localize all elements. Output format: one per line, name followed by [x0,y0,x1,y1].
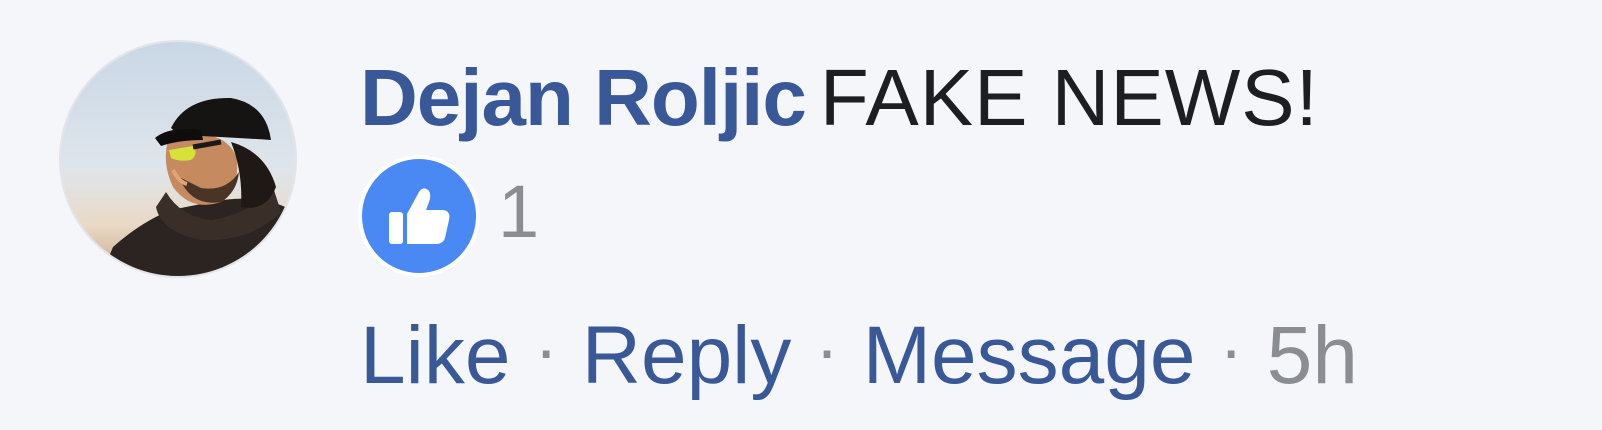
avatar-photo [101,97,295,276]
separator-dot: · [815,310,839,388]
thumbs-up-icon [389,188,450,244]
reaction-summary[interactable]: 1 [358,154,539,278]
reply-button[interactable]: Reply [582,310,792,401]
timestamp-link[interactable]: 5h [1267,310,1358,401]
reaction-count: 1 [498,170,540,253]
avatar[interactable] [61,42,295,276]
like-button[interactable]: Like [360,310,510,401]
author-name-link[interactable]: Dejan Roljic [360,53,807,142]
comment-header: Dejan Roljic FAKE NEWS! [360,52,1319,144]
like-icon [362,159,476,273]
separator-dot: · [534,310,558,388]
comment-text: FAKE NEWS! [819,53,1319,142]
message-button[interactable]: Message [863,310,1196,401]
separator-dot: · [1219,310,1243,388]
like-reaction-badge [358,155,480,277]
comment: Dejan Roljic FAKE NEWS! 1 Like · Reply · Mess… [0,0,1602,430]
comment-actions: Like · Reply · Message · 5h [360,308,1358,407]
